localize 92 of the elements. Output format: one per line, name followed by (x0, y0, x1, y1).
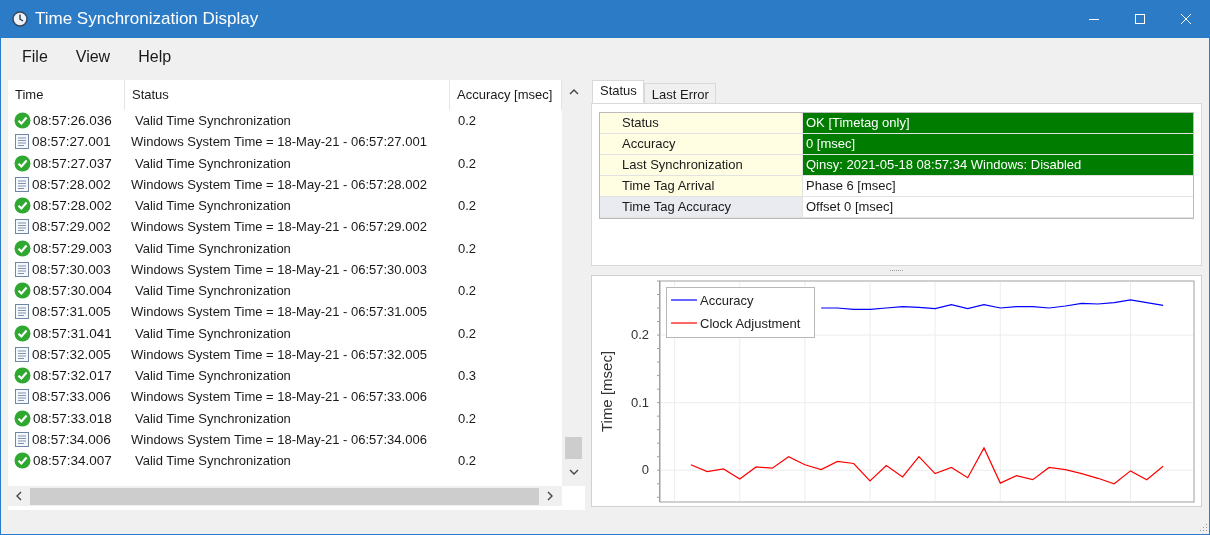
time-cell: 08:57:31.005 (32, 304, 111, 320)
property-label[interactable]: Time Tag Accuracy (600, 197, 803, 217)
status-cell-text: Windows System Time = 18-May-21 - 06:57:27.001 (130, 134, 428, 150)
accuracy-cell-text: 0.2 (457, 198, 478, 214)
check-icon (14, 324, 31, 342)
status-cell-text: Windows System Time = 18-May-21 - 06:57:33.006 (130, 389, 428, 405)
maximize-icon[interactable] (1135, 14, 1145, 24)
check-icon (14, 367, 31, 385)
document-icon (14, 430, 30, 448)
property-value: Offset 0 [msec] (805, 198, 895, 216)
document-icon (14, 345, 30, 363)
legend-label: Accuracy (700, 293, 754, 308)
splitter-grip-icon[interactable] (888, 269, 905, 272)
menu-item[interactable]: View (66, 48, 120, 66)
document-icon (14, 133, 30, 151)
scroll-thumb[interactable] (565, 437, 582, 459)
accuracy-cell-text: 0.2 (457, 155, 478, 171)
time-cell: 08:57:30.003 (32, 261, 111, 277)
y-axis-label: Time [msec] (598, 350, 615, 433)
status-cell-text: Windows System Time = 18-May-21 - 06:57:30.003 (130, 261, 428, 277)
tab[interactable]: Status (592, 80, 644, 103)
status-cell-text: Valid Time Synchronization (134, 453, 292, 469)
y-tick-label: 0.1 (630, 394, 649, 410)
accuracy-cell-text: 0.2 (457, 325, 478, 341)
check-icon (14, 154, 31, 172)
document-icon (14, 303, 30, 321)
time-cell: 08:57:32.005 (32, 346, 111, 362)
status-cell-text: Windows System Time = 18-May-21 - 06:57:31.005 (130, 304, 428, 320)
property-value: OK [Timetag only] (803, 113, 1193, 133)
time-cell: 08:57:28.002 (33, 198, 112, 214)
property-value: 0 [msec] (803, 134, 1193, 154)
status-cell-text: Valid Time Synchronization (134, 198, 292, 214)
y-tick-label: 0 (641, 462, 649, 478)
tab[interactable]: Last Error (643, 83, 716, 103)
column-header[interactable]: Status (125, 80, 450, 110)
accuracy-cell-text: 0.2 (457, 410, 478, 426)
status-cell-text: Valid Time Synchronization (134, 240, 292, 256)
horizontal-scrollbar[interactable] (8, 486, 562, 506)
document-icon (14, 260, 30, 278)
property-label[interactable]: Last Synchronization (600, 155, 803, 175)
status-cell-text: Valid Time Synchronization (134, 368, 292, 384)
legend-label: Clock Adjustment (700, 316, 801, 331)
time-cell: 08:57:28.002 (32, 176, 111, 192)
document-icon (14, 218, 30, 236)
time-cell: 08:57:29.003 (33, 240, 112, 256)
status-cell-text: Windows System Time = 18-May-21 - 06:57:34.006 (130, 431, 428, 447)
time-cell: 08:57:32.017 (33, 368, 112, 384)
time-cell: 08:57:31.041 (33, 325, 112, 341)
scroll-thumb[interactable] (30, 487, 539, 505)
property-label[interactable]: Time Tag Arrival (600, 176, 803, 196)
status-cell-text: Valid Time Synchronization (134, 283, 292, 299)
property-value: Qinsy: 2021-05-18 08:57:34 Windows: Disabled (803, 155, 1193, 175)
check-icon (14, 452, 31, 470)
property-label[interactable]: Status (600, 113, 803, 133)
resize-grip-icon[interactable] (1199, 523, 1208, 532)
check-icon (14, 282, 31, 300)
status-cell-text: Windows System Time = 18-May-21 - 06:57:32.005 (130, 346, 428, 362)
accuracy-cell-text: 0.2 (457, 453, 478, 469)
menu-item[interactable]: Help (129, 48, 181, 66)
time-cell: 08:57:29.002 (32, 219, 111, 235)
property-label[interactable]: Accuracy (600, 134, 803, 154)
status-cell-text: Windows System Time = 18-May-21 - 06:57:29.002 (130, 219, 428, 235)
menu-item[interactable]: File (13, 48, 57, 66)
status-cell-text: Valid Time Synchronization (134, 113, 292, 129)
accuracy-cell-text: 0.2 (457, 240, 478, 256)
time-cell: 08:57:33.018 (33, 410, 112, 426)
accuracy-cell-text: 0.3 (457, 368, 478, 384)
accuracy-cell-text: 0.2 (457, 283, 478, 299)
y-tick-label: 0.2 (630, 327, 649, 343)
window-title: Time Synchronization Display (35, 9, 260, 29)
column-header[interactable]: Time (8, 80, 125, 110)
close-icon[interactable] (1181, 14, 1191, 24)
time-cell: 08:57:34.006 (32, 431, 111, 447)
time-cell: 08:57:27.037 (33, 155, 112, 171)
time-cell: 08:57:27.001 (32, 134, 111, 150)
time-cell: 08:57:34.007 (33, 453, 112, 469)
status-cell-text: Windows System Time = 18-May-21 - 06:57:28.002 (130, 176, 428, 192)
document-icon (14, 388, 30, 406)
property-value: Phase 6 [msec] (805, 177, 897, 195)
status-cell-text: Valid Time Synchronization (134, 410, 292, 426)
status-cell-text: Valid Time Synchronization (134, 155, 292, 171)
time-cell: 08:57:33.006 (32, 389, 111, 405)
check-icon (14, 112, 31, 130)
time-cell: 08:57:30.004 (33, 283, 112, 299)
clock-icon (12, 11, 28, 27)
check-icon (14, 409, 31, 427)
check-icon (14, 239, 31, 257)
accuracy-cell-text: 0.2 (457, 113, 478, 129)
time-cell: 08:57:26.036 (33, 113, 112, 129)
check-icon (14, 197, 31, 215)
document-icon (14, 175, 30, 193)
status-cell-text: Valid Time Synchronization (134, 325, 292, 341)
